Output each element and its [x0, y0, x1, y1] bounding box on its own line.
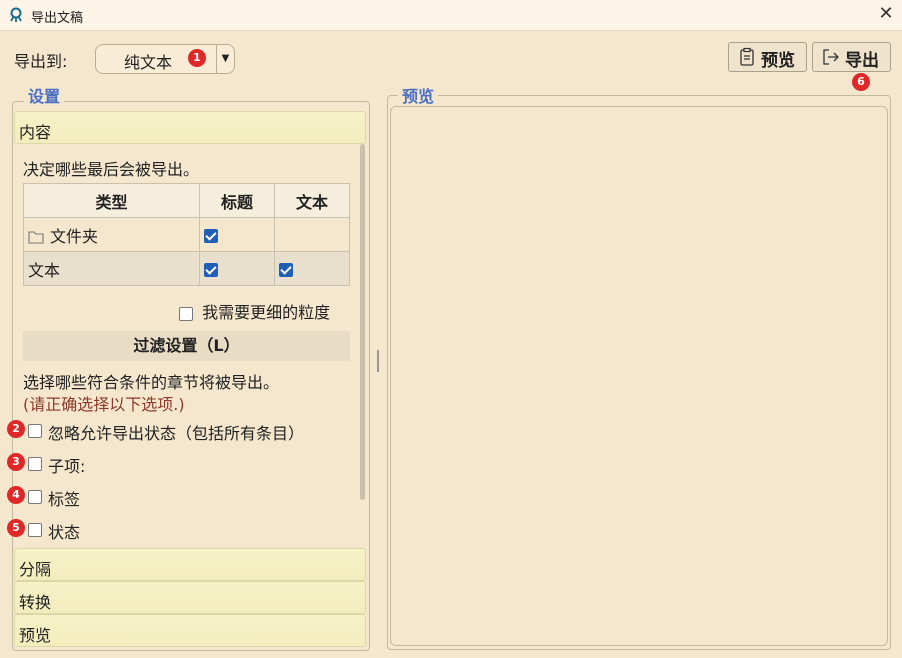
- tags-label: 标签: [48, 490, 81, 509]
- type-cell: 文本: [23, 251, 200, 286]
- section-content[interactable]: 内容: [14, 111, 366, 144]
- settings-scrollbar[interactable]: [360, 144, 365, 500]
- type-label: 文件夹: [50, 226, 99, 246]
- children-label: 子项:: [48, 457, 86, 476]
- title-cell[interactable]: [199, 251, 275, 286]
- section-conversion[interactable]: 转换: [14, 581, 366, 614]
- annotation-badge-5: 5: [7, 519, 25, 537]
- title-bar: 导出文稿 ✕: [0, 0, 902, 31]
- text-cell[interactable]: [274, 217, 350, 252]
- column-header-title: 标题: [199, 183, 275, 218]
- export-arrow-icon: [823, 49, 839, 65]
- panel-splitter[interactable]: [377, 350, 379, 372]
- filter-status[interactable]: 状态: [26, 519, 126, 542]
- preview-button[interactable]: 预览: [728, 42, 807, 72]
- section-preview-label: 预览: [19, 626, 52, 645]
- children-checkbox[interactable]: [28, 457, 42, 471]
- preview-area[interactable]: [390, 106, 888, 646]
- column-header-type: 类型: [23, 183, 200, 218]
- annotation-badge-1: 1: [188, 49, 206, 67]
- ignore-status-checkbox[interactable]: [28, 424, 42, 438]
- section-content-label: 内容: [19, 123, 52, 142]
- filter-ignore-status[interactable]: 忽略允许导出状态（包括所有条目）: [26, 420, 356, 443]
- settings-group-title: 设置: [24, 83, 65, 107]
- filter-children[interactable]: 子项:: [26, 453, 126, 476]
- type-table: 类型 标题 文本 文件夹 文本: [23, 183, 350, 286]
- chevron-down-icon[interactable]: ▼: [216, 45, 234, 73]
- filter-note: (请正确选择以下选项.): [23, 395, 185, 414]
- text-checkbox[interactable]: [279, 262, 293, 277]
- format-select[interactable]: 纯文本 1 ▼: [95, 44, 235, 74]
- filter-description: 选择哪些符合条件的章节将被导出。: [23, 373, 280, 392]
- column-header-text: 文本: [274, 183, 350, 218]
- ignore-status-label: 忽略允许导出状态（包括所有条目）: [48, 424, 305, 443]
- tags-checkbox[interactable]: [28, 490, 42, 504]
- table-row: 文件夹: [23, 217, 350, 252]
- title-checkbox[interactable]: [204, 262, 218, 277]
- content-description: 决定哪些最后会被导出。: [23, 160, 200, 179]
- export-to-label: 导出到:: [14, 52, 68, 71]
- app-logo-icon: [10, 7, 22, 22]
- status-checkbox[interactable]: [28, 523, 42, 537]
- clipboard-icon: [740, 47, 754, 66]
- annotation-badge-6: 6: [852, 73, 870, 91]
- preview-button-label: 预览: [761, 51, 795, 71]
- filter-settings-header[interactable]: 过滤设置（L）: [23, 331, 350, 361]
- window-title: 导出文稿: [31, 11, 84, 26]
- section-preview[interactable]: 预览: [14, 614, 366, 647]
- export-button[interactable]: 导出: [812, 42, 891, 72]
- close-icon[interactable]: ✕: [876, 4, 896, 24]
- annotation-badge-3: 3: [7, 453, 25, 471]
- granularity-option[interactable]: 我需要更细的粒度: [179, 299, 330, 323]
- status-label: 状态: [48, 523, 81, 542]
- filter-tags[interactable]: 标签: [26, 486, 126, 509]
- preview-group-title: 预览: [398, 83, 439, 107]
- type-label: 文本: [28, 260, 61, 280]
- granularity-checkbox[interactable]: [179, 306, 193, 321]
- section-separator-label: 分隔: [19, 560, 52, 579]
- format-select-value: 纯文本: [124, 53, 173, 72]
- granularity-label: 我需要更细的粒度: [202, 303, 331, 322]
- section-conversion-label: 转换: [19, 593, 52, 612]
- annotation-badge-2: 2: [7, 420, 25, 438]
- export-button-label: 导出: [845, 51, 879, 71]
- title-checkbox[interactable]: [204, 228, 218, 243]
- type-cell: 文件夹: [23, 217, 200, 252]
- table-row: 文本: [23, 251, 350, 286]
- folder-icon: [28, 231, 44, 244]
- title-cell[interactable]: [199, 217, 275, 252]
- text-cell[interactable]: [274, 251, 350, 286]
- annotation-badge-4: 4: [7, 486, 25, 504]
- section-separator[interactable]: 分隔: [14, 548, 366, 581]
